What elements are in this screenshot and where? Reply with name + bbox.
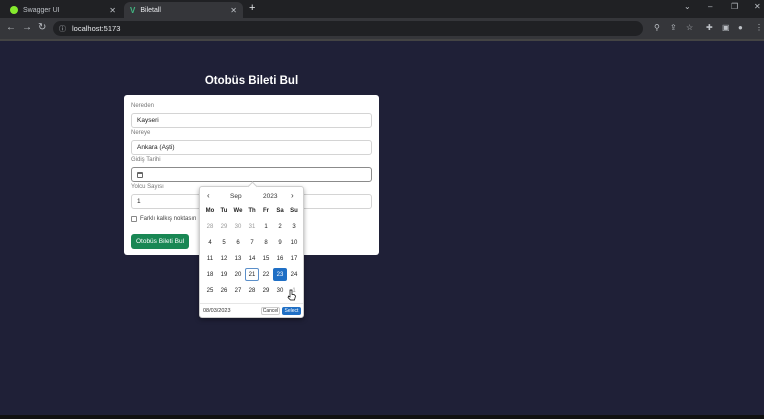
zoom-icon[interactable]: ⚲: [654, 23, 660, 32]
calendar-day[interactable]: 26: [217, 284, 231, 297]
mouse-cursor-icon: [287, 289, 296, 301]
vue-favicon-icon: V: [130, 5, 136, 15]
close-window-icon[interactable]: ✕: [754, 2, 761, 11]
calendar-day[interactable]: 4: [203, 236, 217, 249]
calendar-day[interactable]: 27: [231, 284, 245, 297]
calendar-day[interactable]: 10: [287, 236, 301, 249]
bookmark-star-icon[interactable]: ☆: [686, 23, 693, 32]
find-ticket-button[interactable]: Otobüs Bileti Bul: [131, 234, 189, 249]
calendar-day[interactable]: 12: [217, 252, 231, 265]
to-label: Nereye: [131, 130, 151, 136]
calendar-day[interactable]: 25: [203, 284, 217, 297]
tab-label: Swagger UI: [23, 6, 60, 14]
reload-icon[interactable]: ↻: [38, 22, 46, 33]
minimize-icon[interactable]: –: [708, 2, 712, 11]
weekday-label: We: [233, 208, 243, 214]
url-text: localhost:5173: [72, 24, 121, 33]
different-departure-row[interactable]: Farklı kalkış noktasın: [131, 216, 196, 222]
weekday-label: Mo: [205, 208, 215, 214]
profile-icon[interactable]: ●: [738, 23, 743, 32]
calendar-day[interactable]: 7: [245, 236, 259, 249]
side-panel-icon[interactable]: ▣: [722, 23, 730, 32]
calendar-day[interactable]: 29: [217, 220, 231, 233]
calendar-day[interactable]: 5: [217, 236, 231, 249]
calendar-day[interactable]: 13: [231, 252, 245, 265]
date-label: Gidiş Tarihi: [131, 157, 161, 163]
calendar-day[interactable]: 28: [203, 220, 217, 233]
calendar-day[interactable]: 6: [231, 236, 245, 249]
next-month-button[interactable]: ›: [291, 191, 294, 200]
toolbar-divider: [0, 39, 764, 41]
menu-kebab-icon[interactable]: ⋮: [755, 23, 763, 32]
calendar-day[interactable]: 23: [273, 268, 287, 281]
weekday-label: Th: [248, 208, 256, 214]
calendar-day[interactable]: 30: [273, 284, 287, 297]
calendar-day[interactable]: 30: [231, 220, 245, 233]
weekday-label: Tu: [220, 208, 228, 214]
new-tab-button[interactable]: +: [249, 2, 255, 14]
passenger-label: Yolcu Sayısı: [131, 184, 164, 190]
swagger-favicon-icon: [10, 6, 18, 14]
calendar-day[interactable]: 18: [203, 268, 217, 281]
calendar-day[interactable]: 17: [287, 252, 301, 265]
prev-month-button[interactable]: ‹: [207, 191, 210, 200]
back-icon[interactable]: ←: [6, 22, 16, 33]
tab-label: Biletall: [140, 6, 161, 14]
to-input[interactable]: Ankara (Aşti): [131, 140, 372, 155]
site-info-icon[interactable]: ⓘ: [59, 24, 66, 34]
calendar-day[interactable]: 2: [273, 220, 287, 233]
calendar-day[interactable]: 3: [287, 220, 301, 233]
page-title: Otobüs Bileti Bul: [204, 75, 299, 87]
share-icon[interactable]: ⇪: [670, 23, 677, 32]
calendar-day[interactable]: 9: [273, 236, 287, 249]
calendar-day[interactable]: 28: [245, 284, 259, 297]
month-select[interactable]: Sep: [230, 193, 242, 200]
calendar-day[interactable]: 29: [259, 284, 273, 297]
select-button[interactable]: Select: [282, 307, 301, 315]
browser-tab-strip: Swagger UI ✕ V Biletall ✕ + ⌄ – ❐ ✕: [0, 0, 764, 18]
checkbox-label: Farklı kalkış noktasın: [140, 216, 197, 222]
tab-swagger[interactable]: Swagger UI ✕: [4, 2, 122, 18]
date-input[interactable]: [131, 167, 372, 182]
maximize-icon[interactable]: ❐: [731, 2, 738, 11]
close-tab-icon[interactable]: ✕: [230, 6, 237, 15]
calendar-day[interactable]: 15: [259, 252, 273, 265]
calendar-day[interactable]: 22: [259, 268, 273, 281]
calendar-day[interactable]: 21: [245, 268, 259, 281]
calendar-day[interactable]: 11: [203, 252, 217, 265]
tab-biletall[interactable]: V Biletall ✕: [124, 2, 243, 18]
weekday-label: Fr: [263, 208, 269, 214]
tab-search-icon[interactable]: ⌄: [684, 2, 691, 11]
calendar-day[interactable]: 14: [245, 252, 259, 265]
taskbar-edge: [0, 415, 764, 419]
different-departure-checkbox[interactable]: [131, 216, 137, 222]
year-select[interactable]: 2023: [263, 193, 277, 200]
calendar-day[interactable]: 8: [259, 236, 273, 249]
from-input[interactable]: Kayseri: [131, 113, 372, 128]
weekday-label: Sa: [276, 208, 284, 214]
calendar-icon: [137, 171, 143, 178]
calendar-day[interactable]: 20: [231, 268, 245, 281]
calendar-day[interactable]: 16: [273, 252, 287, 265]
selected-date-text: 08/03/2023: [203, 308, 231, 314]
close-tab-icon[interactable]: ✕: [109, 6, 116, 15]
cancel-button[interactable]: Cancel: [261, 307, 280, 315]
calendar-day[interactable]: 1: [259, 220, 273, 233]
address-bar[interactable]: ⓘ localhost:5173: [53, 21, 643, 36]
date-picker-footer: 08/03/2023 Cancel Select: [200, 303, 303, 317]
calendar-day[interactable]: 31: [245, 220, 259, 233]
weekday-label: Su: [290, 208, 298, 214]
browser-toolbar: ← → ↻ ⓘ localhost:5173 ⚲ ⇪ ☆ ✚ ▣ ● ⋮: [0, 18, 764, 39]
extensions-icon[interactable]: ✚: [706, 23, 713, 32]
calendar-day[interactable]: 19: [217, 268, 231, 281]
from-label: Nereden: [131, 103, 155, 109]
calendar-day[interactable]: 24: [287, 268, 301, 281]
forward-icon[interactable]: →: [22, 22, 32, 33]
